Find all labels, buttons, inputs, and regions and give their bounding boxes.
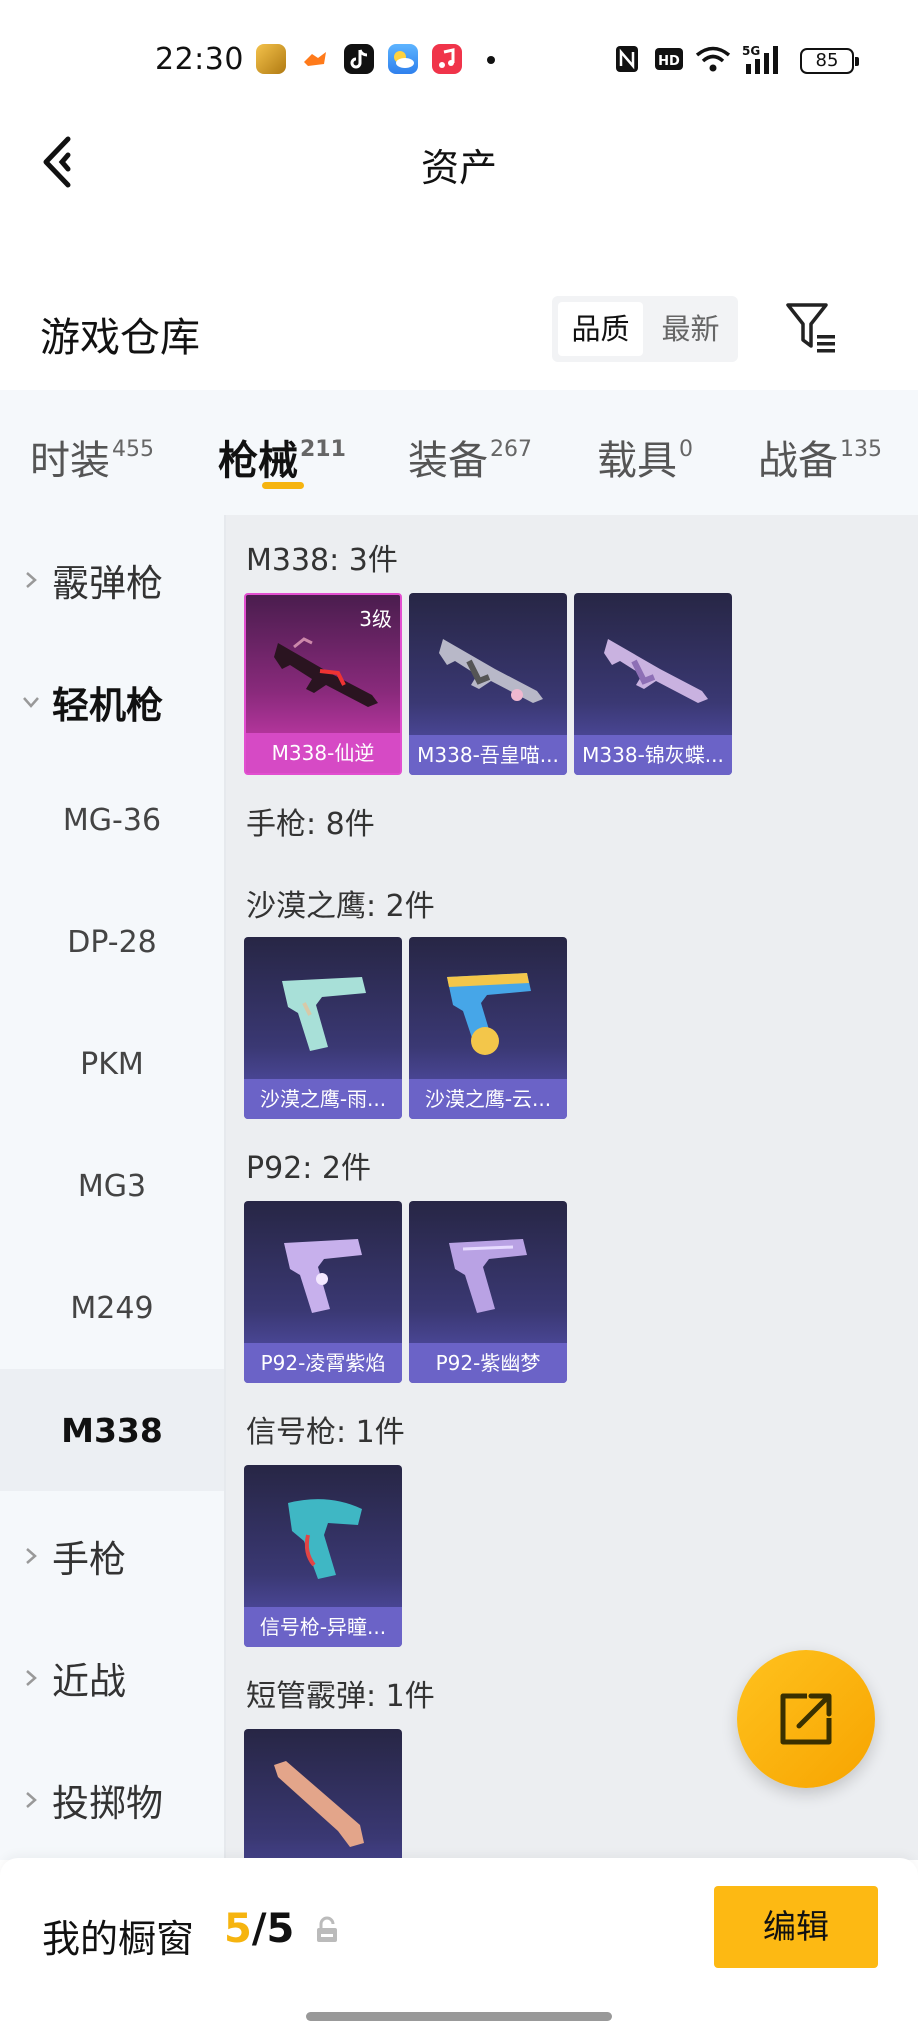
sort-newest-option[interactable]: 最新	[648, 302, 733, 356]
flare-gun-icon	[288, 1499, 362, 1579]
tab-vehicles[interactable]: 载具0	[597, 428, 693, 486]
weather-notification-icon	[388, 44, 418, 74]
sidebar-item-melee[interactable]: 近战	[0, 1613, 224, 1735]
hd-icon: HD	[654, 44, 684, 74]
group-title: P92: 2件	[246, 1151, 371, 1186]
chevron-right-icon	[26, 1548, 37, 1564]
item-name: 信号枪-异瞳...	[244, 1607, 402, 1647]
sort-quality-option[interactable]: 品质	[558, 302, 643, 356]
active-tab-indicator	[262, 482, 304, 489]
lmg-icon	[604, 639, 708, 703]
pistol-icon	[449, 1239, 527, 1313]
lock-icon	[317, 1916, 337, 1942]
sidebar-item-label: 霰弹枪	[52, 562, 163, 605]
chevron-right-icon	[26, 1670, 37, 1686]
edit-button[interactable]: 编辑	[714, 1886, 878, 1968]
item-name: M338-锦灰蝶...	[574, 735, 732, 775]
sidebar-item-mg36[interactable]: MG-36	[0, 759, 224, 881]
sidebar-item-pkm[interactable]: PKM	[0, 1003, 224, 1125]
group-title: 手枪: 8件	[246, 807, 375, 842]
item-name: 沙漠之鹰-云...	[409, 1079, 567, 1119]
wifi-icon	[694, 44, 732, 74]
share-fab-button[interactable]	[737, 1650, 875, 1788]
sidebar-item-label: 投掷物	[52, 1782, 163, 1825]
item-name: M338-吾皇喵...	[409, 735, 567, 775]
share-icon	[780, 1693, 832, 1745]
sidebar-item-throwable[interactable]: 投掷物	[0, 1735, 224, 1857]
item-card[interactable]: 沙漠之鹰-雨...	[244, 937, 402, 1119]
sidebar-item-label: PKM	[80, 1047, 144, 1082]
sidebar-item-label: MG-36	[62, 803, 162, 838]
svg-text:HD: HD	[658, 54, 680, 69]
sort-toggle: 品质 最新	[552, 296, 738, 362]
filter-icon	[786, 303, 835, 353]
group-title: 信号枪: 1件	[246, 1415, 405, 1450]
item-name: M338-仙逆	[246, 733, 400, 773]
item-name: P92-紫幽梦	[409, 1343, 567, 1383]
battery-indicator: 85	[800, 48, 859, 74]
page-title: 资产	[420, 146, 497, 190]
item-card[interactable]	[244, 1729, 402, 1860]
item-card[interactable]: M338-吾皇喵...	[409, 593, 567, 775]
showcase-label: 我的橱窗	[42, 1917, 195, 1961]
status-time: 22:30	[155, 42, 244, 77]
group-title: 沙漠之鹰: 2件	[246, 889, 435, 924]
group-title: 短管霰弹: 1件	[246, 1679, 435, 1714]
chevron-down-icon	[23, 697, 39, 708]
tab-firearms[interactable]: 枪械211	[218, 428, 346, 486]
sidebar-item-m338[interactable]: M338	[0, 1369, 224, 1491]
home-indicator[interactable]	[306, 2012, 612, 2021]
sidebar-item-dp28[interactable]: DP-28	[0, 881, 224, 1003]
item-card[interactable]: 信号枪-异瞳...	[244, 1465, 402, 1647]
pistol-icon	[447, 973, 531, 1055]
tab-equipment[interactable]: 装备267	[408, 428, 532, 486]
lmg-icon	[439, 639, 543, 703]
showcase-count: 5/5	[224, 1906, 295, 1952]
item-card[interactable]: 3级 M338-仙逆	[244, 593, 402, 775]
tab-supplies[interactable]: 战备135	[758, 428, 882, 486]
svg-text:5G: 5G	[742, 44, 760, 58]
sidebar-item-label: M338	[61, 1411, 163, 1450]
sidebar-item-pistol[interactable]: 手枪	[0, 1491, 224, 1613]
sidebar-item-label: 近战	[52, 1660, 126, 1703]
weapon-type-sidebar: 霰弹枪 轻机枪 MG-36 DP-28 PKM MG3 M249 M338 手枪…	[0, 515, 224, 1860]
item-card[interactable]: 沙漠之鹰-云...	[409, 937, 567, 1119]
item-card[interactable]: M338-锦灰蝶...	[574, 593, 732, 775]
sidebar-item-label: 轻机枪	[52, 684, 163, 727]
sidebar-item-label: MG3	[77, 1169, 147, 1204]
sidebar-item-shotgun[interactable]: 霰弹枪	[0, 515, 224, 637]
tab-fashion[interactable]: 时装455	[30, 428, 154, 486]
group-title: M338: 3件	[246, 543, 398, 578]
sidebar-item-label: 手枪	[52, 1538, 126, 1581]
sidebar-item-mg3[interactable]: MG3	[0, 1125, 224, 1247]
category-tabs: 时装455 枪械211 装备267 载具0 战备135	[0, 390, 918, 515]
app-notification-icon	[256, 44, 286, 74]
nfc-icon	[614, 44, 640, 74]
sidebar-item-label: DP-28	[67, 925, 157, 960]
more-notifications-dot	[487, 56, 495, 64]
sidebar-item-label: M249	[70, 1291, 154, 1326]
tiktok-notification-icon	[344, 44, 374, 74]
sidebar-item-lmg[interactable]: 轻机枪	[0, 637, 224, 759]
item-card[interactable]: P92-凌霄紫焰	[244, 1201, 402, 1383]
item-card[interactable]: P92-紫幽梦	[409, 1201, 567, 1383]
filter-button[interactable]	[785, 302, 839, 354]
shotgun-icon	[274, 1761, 364, 1847]
music-notification-icon	[432, 44, 462, 74]
warehouse-title: 游戏仓库	[40, 315, 200, 361]
game-notification-icon	[300, 44, 330, 74]
chevron-right-icon	[26, 1792, 37, 1808]
item-name: 沙漠之鹰-雨...	[244, 1079, 402, 1119]
status-bar: 22:30 HD 5G 85	[0, 0, 918, 120]
chevron-right-icon	[26, 572, 37, 588]
item-name: P92-凌霄紫焰	[244, 1343, 402, 1383]
pistol-icon	[282, 977, 366, 1051]
cellular-signal-icon: 5G	[742, 44, 788, 74]
pistol-icon	[284, 1239, 362, 1313]
lmg-icon	[274, 637, 378, 707]
sidebar-item-m249[interactable]: M249	[0, 1247, 224, 1369]
